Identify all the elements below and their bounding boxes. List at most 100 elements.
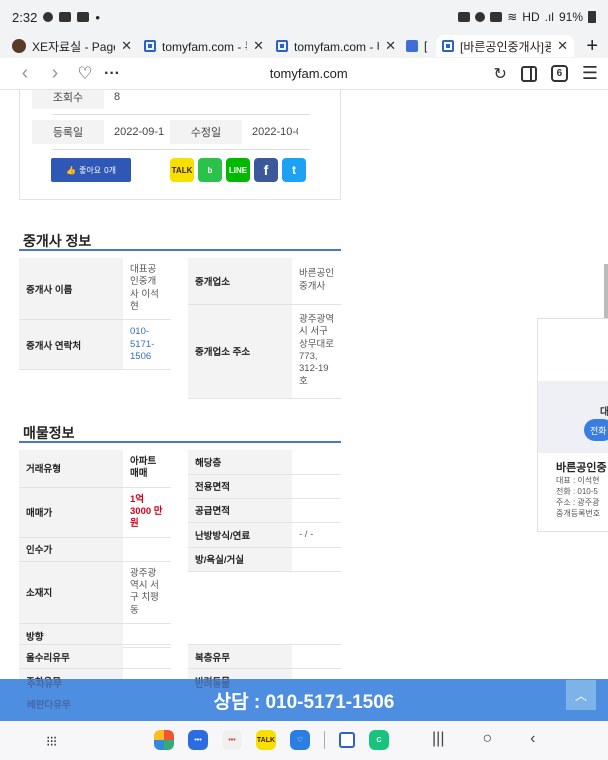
views-row: 조회수 8 (32, 90, 310, 109)
status-bar: 2:32 • ≋ HD .ıl 91% (0, 0, 608, 34)
property-table-left: 거래유형 아파트 매매 매매가 1억 3000 만원 인수가 소재지 광주광역시… (19, 450, 171, 649)
tab-title: [ (424, 39, 428, 53)
chat-notification-icon (43, 12, 54, 22)
side-agent-name: 바른공인중 (556, 462, 607, 474)
bookmark-heart-icon[interactable]: ♡ (70, 64, 100, 84)
location-value: 광주광역시 서구 치평동 (123, 561, 171, 625)
agent-section-title: 중개사 정보 (23, 233, 92, 249)
dates-row: 등록일 2022-09-18 수정일 2022-10-01 (32, 120, 310, 144)
home-icon[interactable]: ○ (482, 730, 492, 748)
kakaotalk-share-icon[interactable]: TALK (170, 158, 194, 182)
scroll-top-button[interactable]: ︿ (566, 680, 596, 710)
takeover-value (123, 537, 171, 562)
duplex-label: 복층유무 (188, 644, 292, 669)
tab-tomyfam-2[interactable]: tomyfam.com - 바 ✕ (270, 35, 402, 57)
system-buttons: ||| ○ ‹ (432, 730, 535, 748)
close-icon[interactable]: ✕ (253, 38, 264, 54)
new-tab-icon[interactable]: + (586, 35, 598, 58)
side-line: 주소 : 광주광 (556, 498, 600, 507)
wifi-icon: ≋ (507, 10, 518, 24)
like-label: 좋아요 (79, 165, 102, 175)
table-row: 중개사 이름 대표공인중개사 이석현 (19, 258, 171, 321)
messages-app-icon[interactable]: ••• (188, 730, 208, 750)
like-count: 0개 (104, 165, 116, 175)
table-row: 인수가 (19, 537, 171, 562)
heating-label: 난방방식/연료 (188, 522, 292, 548)
duplex-value (292, 644, 341, 669)
exclusive-area-label: 전용면적 (188, 474, 292, 499)
like-button[interactable]: 👍 좋아요 0개 (51, 158, 131, 182)
home-notification-icon (77, 12, 90, 22)
app-drawer-icon[interactable]: ⁝⁝⁝ (46, 733, 57, 750)
floor-value (292, 450, 341, 475)
kakaotalk-app-icon[interactable]: TALK (256, 730, 276, 750)
close-icon[interactable]: ✕ (557, 38, 568, 54)
side-call-button[interactable]: 전화 (584, 419, 608, 441)
close-icon[interactable]: ✕ (385, 38, 396, 54)
section-underline (19, 441, 341, 443)
dock-divider (324, 731, 325, 749)
recent-app-icon[interactable] (339, 732, 355, 748)
recent-app-icon-2[interactable]: C (369, 730, 389, 750)
office-label: 중개업소 (188, 258, 292, 305)
avatar-icon (12, 39, 26, 53)
rooms-label: 방/욕실/거실 (188, 547, 292, 572)
app-notification-icon (59, 12, 72, 22)
reload-icon[interactable]: ↻ (493, 64, 506, 84)
tab-title: tomyfam.com - 바 (294, 39, 380, 54)
table-row: 공급면적 (188, 498, 341, 523)
recents-icon[interactable]: ||| (432, 730, 444, 748)
tab-title: tomyfam.com - 특 (162, 39, 248, 54)
side-line: 대표 : 이석현 (556, 476, 600, 485)
app-folder-icon[interactable] (154, 730, 174, 750)
web-page: 조회수 8 등록일 2022-09-18 수정일 2022-10-01 👍 좋아… (0, 90, 608, 680)
battery-level: 91% (558, 10, 583, 24)
tab-tomyfam-1[interactable]: tomyfam.com - 특 ✕ (138, 35, 270, 57)
close-icon[interactable]: ✕ (121, 38, 132, 54)
views-label: 조회수 (32, 90, 104, 109)
table-row: 소재지 광주광역시 서구 치평동 (19, 561, 171, 625)
side-line: 중개등록번호 (556, 509, 601, 518)
side-card-header (538, 381, 608, 453)
renovation-label: 올수리유무 (19, 644, 123, 669)
tab-active[interactable]: [바른공인중개사]광 ✕ (436, 35, 574, 57)
split-view-icon[interactable] (520, 65, 537, 82)
agent-table-left: 중개사 이름 대표공인중개사 이석현 중개사 연락처 010-5171-1506 (19, 258, 171, 371)
table-row: 해당층 (188, 450, 341, 475)
table-row: 난방방식/연료 - / - (188, 522, 341, 548)
app-icon[interactable]: ••• (222, 730, 242, 750)
faded-label: 베란다유무 (27, 700, 71, 711)
tab-doc[interactable]: [ (402, 35, 436, 57)
battery-icon (588, 11, 596, 23)
property-table-right: 해당층 전용면적 공급면적 난방방식/연료 - / - 방/욕실/거실 (188, 450, 341, 572)
back-nav-icon[interactable]: ‹ (530, 730, 535, 748)
property-extra-left: 올수리유무 주차유무 (19, 644, 171, 680)
tomyfam-favicon-icon (442, 40, 454, 52)
exclusive-area-value (292, 474, 341, 499)
property-section-title: 매물정보 (23, 425, 75, 441)
forward-icon[interactable]: › (40, 62, 70, 85)
signal-icon: .ıl (544, 10, 554, 24)
tab-title: XE자료실 - Page 2 (32, 39, 115, 54)
renovation-value (123, 644, 171, 669)
more-icon[interactable]: ··· (100, 65, 124, 83)
back-icon[interactable]: ‹ (10, 62, 40, 85)
share-buttons: TALK b LINE f t (170, 158, 306, 182)
tab-count-icon[interactable]: 6 (550, 65, 568, 82)
faded-label: 반려동물 (195, 679, 230, 690)
mute-icon (490, 12, 503, 22)
office-value: 바른공인중개사 (292, 258, 341, 305)
band-share-icon[interactable]: b (198, 158, 222, 182)
twitter-share-icon[interactable]: t (282, 158, 306, 182)
divider (52, 149, 310, 150)
tab-xe[interactable]: XE자료실 - Page 2 ✕ (6, 35, 138, 57)
facebook-share-icon[interactable]: f (254, 158, 278, 182)
browser-app-icon[interactable]: ♡ (290, 730, 310, 750)
menu-icon[interactable]: ☰ (582, 63, 598, 84)
agent-phone-link[interactable]: 010-5171-1506 (123, 319, 171, 371)
line-share-icon[interactable]: LINE (226, 158, 250, 182)
url-field[interactable]: tomyfam.com (124, 66, 493, 81)
address-bar: ‹ › ♡ ··· tomyfam.com ↻ 6 ☰ (0, 58, 608, 90)
alarm-icon (458, 12, 471, 22)
browser-tab-bar: XE자료실 - Page 2 ✕ tomyfam.com - 특 ✕ tomyf… (0, 34, 608, 58)
